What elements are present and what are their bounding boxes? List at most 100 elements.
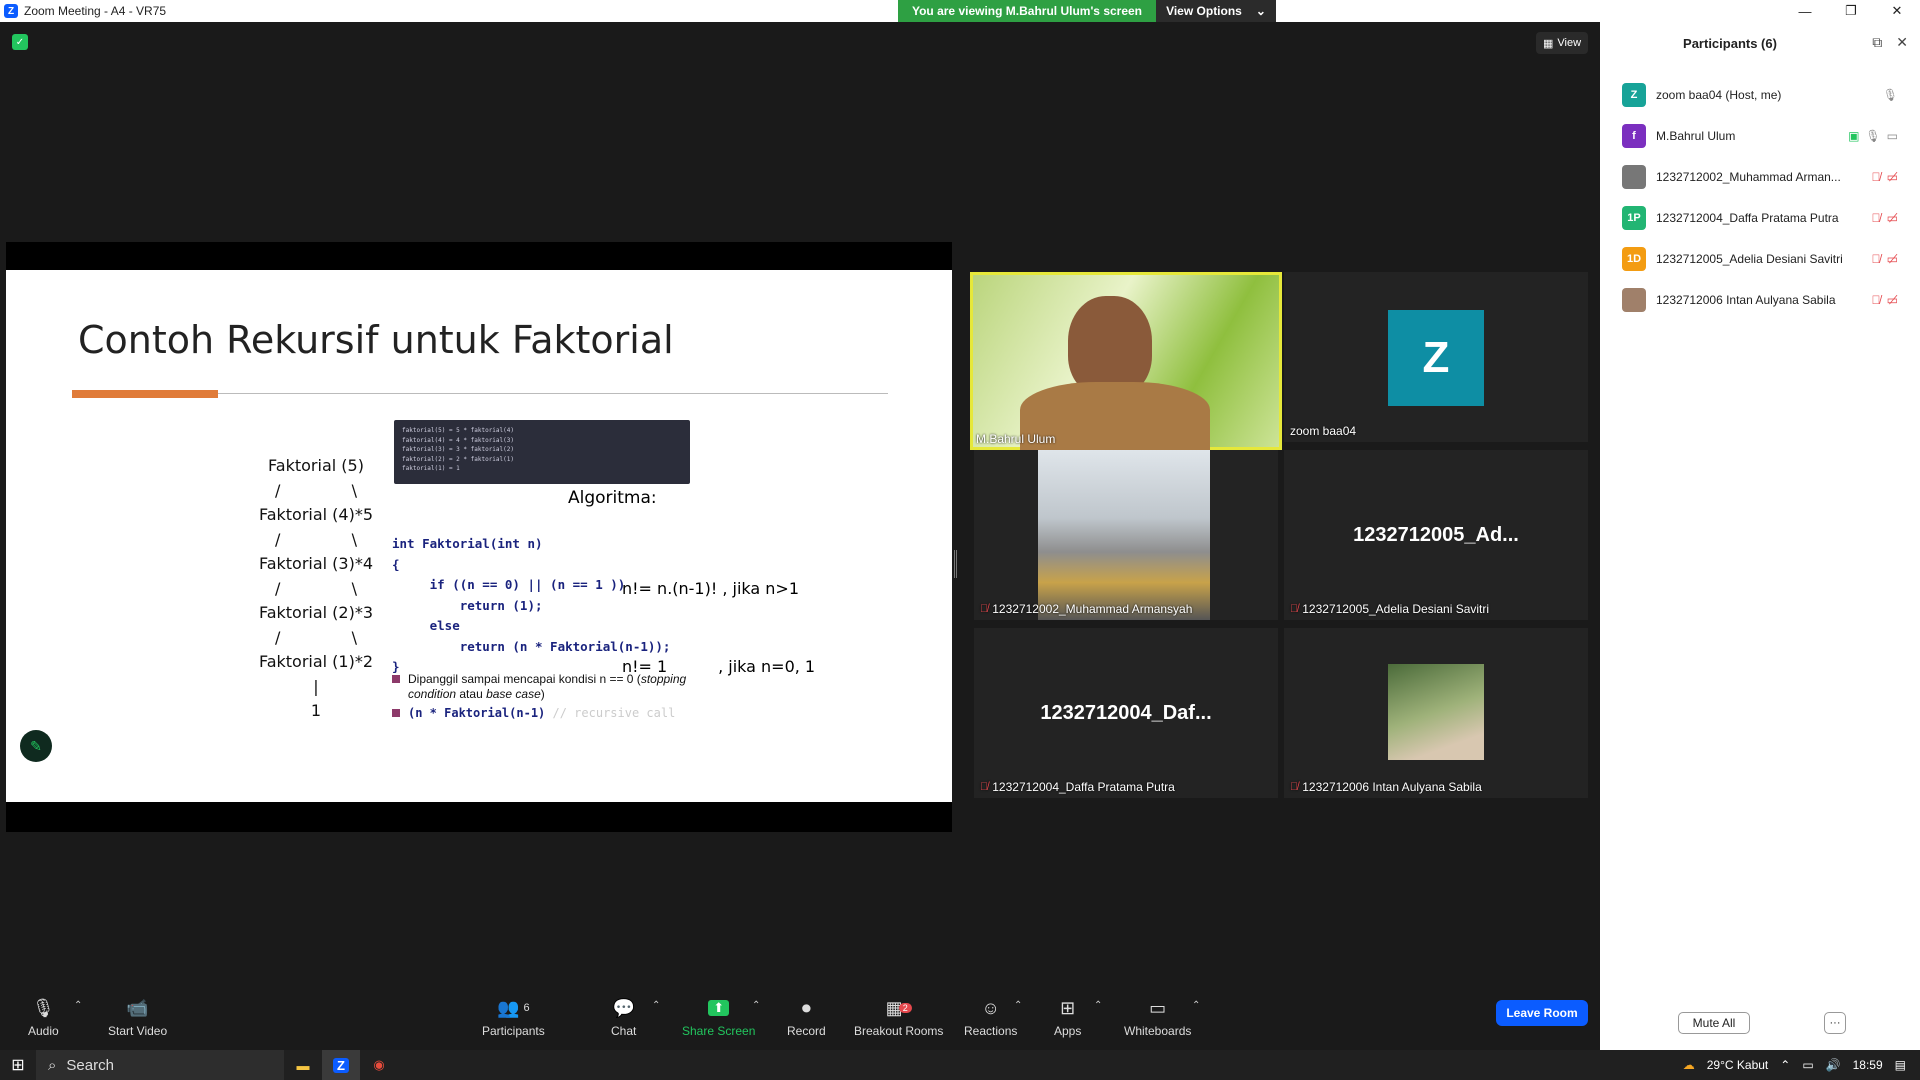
search-icon: ⌕ xyxy=(48,1056,57,1074)
record-button[interactable]: ⏺ Record xyxy=(787,996,826,1039)
leave-room-button[interactable]: Leave Room xyxy=(1496,1000,1588,1026)
pop-out-icon[interactable]: ⧉ xyxy=(1872,34,1882,51)
tile-name: 🎙̸ 1232712006 Intan Aulyana Sabila xyxy=(1290,780,1482,794)
close-icon[interactable]: ✕ xyxy=(1874,0,1920,22)
microphone-icon: 🎙 xyxy=(31,997,55,1018)
view-options-button[interactable]: View Options ⌄ xyxy=(1156,0,1276,22)
close-icon[interactable]: ✕ xyxy=(1896,34,1908,51)
participant-status: 🎙̸ ▭̸ xyxy=(1872,170,1898,184)
chevron-up-icon[interactable]: ⌃ xyxy=(1094,1000,1102,1011)
bullet-item: (n * Faktorial(n-1) // recursive call xyxy=(392,706,698,720)
video-tile[interactable]: 1232712005_Ad... 🎙̸ 1232712005_Adelia Des… xyxy=(1284,450,1588,620)
tile-name: M.Bahrul Ulum xyxy=(976,432,1055,446)
chevron-up-icon[interactable]: ⌃ xyxy=(652,1000,660,1011)
bullet-text-part: base case xyxy=(486,687,541,701)
video-tile[interactable]: 🎙̸ 1232712002_Muhammad Armansyah xyxy=(974,450,1278,620)
chevron-up-icon[interactable]: ⌃ xyxy=(1780,1058,1790,1072)
participant-name: zoom baa04 (Host, me) xyxy=(1656,87,1782,102)
audio-button[interactable]: 🎙 Audio xyxy=(28,996,59,1039)
windows-start-icon[interactable]: ⊞ xyxy=(0,1050,36,1080)
participant-row[interactable]: f M.Bahrul Ulum ▣ 🎙 ▭ xyxy=(1600,115,1920,156)
breakout-rooms-label: Breakout Rooms xyxy=(854,1024,944,1038)
mute-all-button[interactable]: Mute All xyxy=(1678,1012,1750,1034)
code-image-line: faktorial(4) = 4 * faktorial(3) xyxy=(402,436,514,444)
security-shield-icon[interactable]: ✓ xyxy=(12,34,28,50)
bullet-text-part: Dipanggil sampai mencapai kondisi n == 0… xyxy=(408,672,641,686)
chevron-down-icon: ⌄ xyxy=(1255,4,1266,18)
view-options-label: View Options xyxy=(1166,4,1242,18)
start-video-button[interactable]: 📹 Start Video xyxy=(108,996,167,1039)
restore-icon[interactable]: ❐ xyxy=(1828,0,1874,22)
notification-icon[interactable]: ▤ xyxy=(1895,1058,1906,1072)
splitter-handle[interactable] xyxy=(954,550,957,578)
participant-name: 1232712005_Adelia Desiani Savitri xyxy=(1656,251,1843,266)
chrome-icon[interactable]: ◉ xyxy=(360,1050,398,1080)
mic-muted-icon: 🎙̸ xyxy=(1871,292,1881,307)
file-explorer-icon[interactable]: ▬ xyxy=(284,1050,322,1080)
video-tile[interactable]: 🎙̸ 1232712006 Intan Aulyana Sabila xyxy=(1284,628,1588,798)
participant-video xyxy=(1038,450,1210,620)
share-screen-button[interactable]: ⬆ Share Screen xyxy=(682,996,755,1038)
bullet-marker xyxy=(392,675,400,683)
participant-row[interactable]: Zzoom baa04 (Host, me) 🎙 xyxy=(1600,74,1920,115)
tree-line: / \ xyxy=(275,578,357,598)
participant-row[interactable]: 1P 1232712004_Daffa Pratama Putra 🎙̸ ▭̸ xyxy=(1600,197,1920,238)
os-taskbar: ⊞ ⌕ Search ▬ Z ◉ ☁ 29°C Kabut ⌃ ▭ 🔊 18:59… xyxy=(0,1050,1920,1080)
viewing-banner: You are viewing M.Bahrul Ulum's screen xyxy=(898,0,1156,22)
apps-icon: ⊞ xyxy=(1060,997,1076,1018)
bullet-code: (n * Faktorial(n-1) xyxy=(408,706,546,720)
breakout-rooms-button[interactable]: ▦ 2 Breakout Rooms xyxy=(854,996,944,1039)
chat-icon: 💬 xyxy=(612,997,635,1018)
tile-name: 🎙̸ 1232712005_Adelia Desiani Savitri xyxy=(1290,602,1489,616)
tile-name-label: 1232712002_Muhammad Armansyah xyxy=(992,602,1193,616)
code-image-line: faktorial(1) = 1 xyxy=(402,465,460,472)
window-title: Zoom Meeting - A4 - VR75 xyxy=(24,4,167,18)
taskbar-search[interactable]: ⌕ Search xyxy=(36,1050,284,1080)
pencil-icon[interactable]: ✎ xyxy=(20,730,52,762)
bullet-text-part: ) xyxy=(540,687,545,701)
chevron-up-icon[interactable]: ⌃ xyxy=(1014,1000,1022,1011)
algorithm-heading: Algoritma: xyxy=(568,488,657,508)
slide-bullets: Dipanggil sampai mencapai kondisi n == 0… xyxy=(392,672,698,724)
minimize-icon[interactable]: — xyxy=(1782,0,1828,22)
participant-row[interactable]: 1232712006 Intan Aulyana Sabila 🎙̸ ▭̸ xyxy=(1600,279,1920,320)
factorial-code: int Faktorial(int n) { if ((n == 0) || (… xyxy=(392,536,671,674)
chat-button[interactable]: 💬 Chat xyxy=(611,996,636,1039)
tree-line: Faktorial (4)*5 xyxy=(258,505,374,524)
participants-button[interactable]: 👥 6 Participants xyxy=(482,996,545,1039)
share-screen-icon: ⬆ xyxy=(708,996,730,1020)
participant-row[interactable]: 1232712002_Muhammad Arman... 🎙̸ ▭̸ xyxy=(1600,156,1920,197)
more-options-button[interactable]: ··· xyxy=(1824,1012,1846,1034)
whiteboard-icon: ▭ xyxy=(1149,997,1167,1018)
mic-muted-icon: 🎙̸ xyxy=(1290,781,1299,793)
whiteboards-button[interactable]: ▭ Whiteboards xyxy=(1124,996,1192,1039)
video-tile[interactable]: 1232712004_Daf... 🎙̸ 1232712004_Daffa Pra… xyxy=(974,628,1278,798)
record-icon: ⏺ xyxy=(801,997,811,1018)
chevron-up-icon[interactable]: ⌃ xyxy=(74,1000,82,1011)
clock[interactable]: 18:59 xyxy=(1853,1058,1883,1072)
presentation-slide: Contoh Rekursif untuk Faktorial Faktoria… xyxy=(6,270,952,802)
volume-icon[interactable]: 🔊 xyxy=(1826,1058,1841,1072)
weather-text: 29°C Kabut xyxy=(1706,1058,1769,1072)
chevron-up-icon[interactable]: ⌃ xyxy=(1192,1000,1200,1011)
video-tile[interactable]: Z zoom baa04 xyxy=(1284,272,1588,442)
whiteboards-label: Whiteboards xyxy=(1124,1024,1192,1038)
tile-big-name: 1232712005_Ad... xyxy=(1353,523,1519,546)
tree-line: Faktorial (1)*2 xyxy=(258,652,374,671)
participant-name: 1232712006 Intan Aulyana Sabila xyxy=(1656,292,1836,307)
tree-line: Faktorial (2)*3 xyxy=(258,603,374,622)
reactions-button[interactable]: ☺ Reactions xyxy=(964,996,1017,1039)
zoom-logo-icon: Z xyxy=(4,4,18,18)
zoom-app-icon[interactable]: Z xyxy=(322,1050,360,1080)
video-tile[interactable]: M.Bahrul Ulum xyxy=(970,272,1282,450)
avatar xyxy=(1622,287,1646,312)
system-tray: ☁ 29°C Kabut ⌃ ▭ 🔊 18:59 ▤ xyxy=(1683,1050,1920,1080)
participant-row[interactable]: 1D 1232712005_Adelia Desiani Savitri 🎙̸ ▭̸ xyxy=(1600,238,1920,279)
network-icon[interactable]: ▭ xyxy=(1802,1058,1813,1072)
apps-button[interactable]: ⊞ Apps xyxy=(1054,996,1081,1039)
code-image-line: faktorial(3) = 3 * faktorial(2) xyxy=(402,446,514,453)
avatar: f xyxy=(1622,123,1646,148)
chevron-up-icon[interactable]: ⌃ xyxy=(752,1000,760,1011)
view-button[interactable]: ▦ View xyxy=(1536,32,1588,54)
participants-label: Participants xyxy=(482,1024,545,1038)
